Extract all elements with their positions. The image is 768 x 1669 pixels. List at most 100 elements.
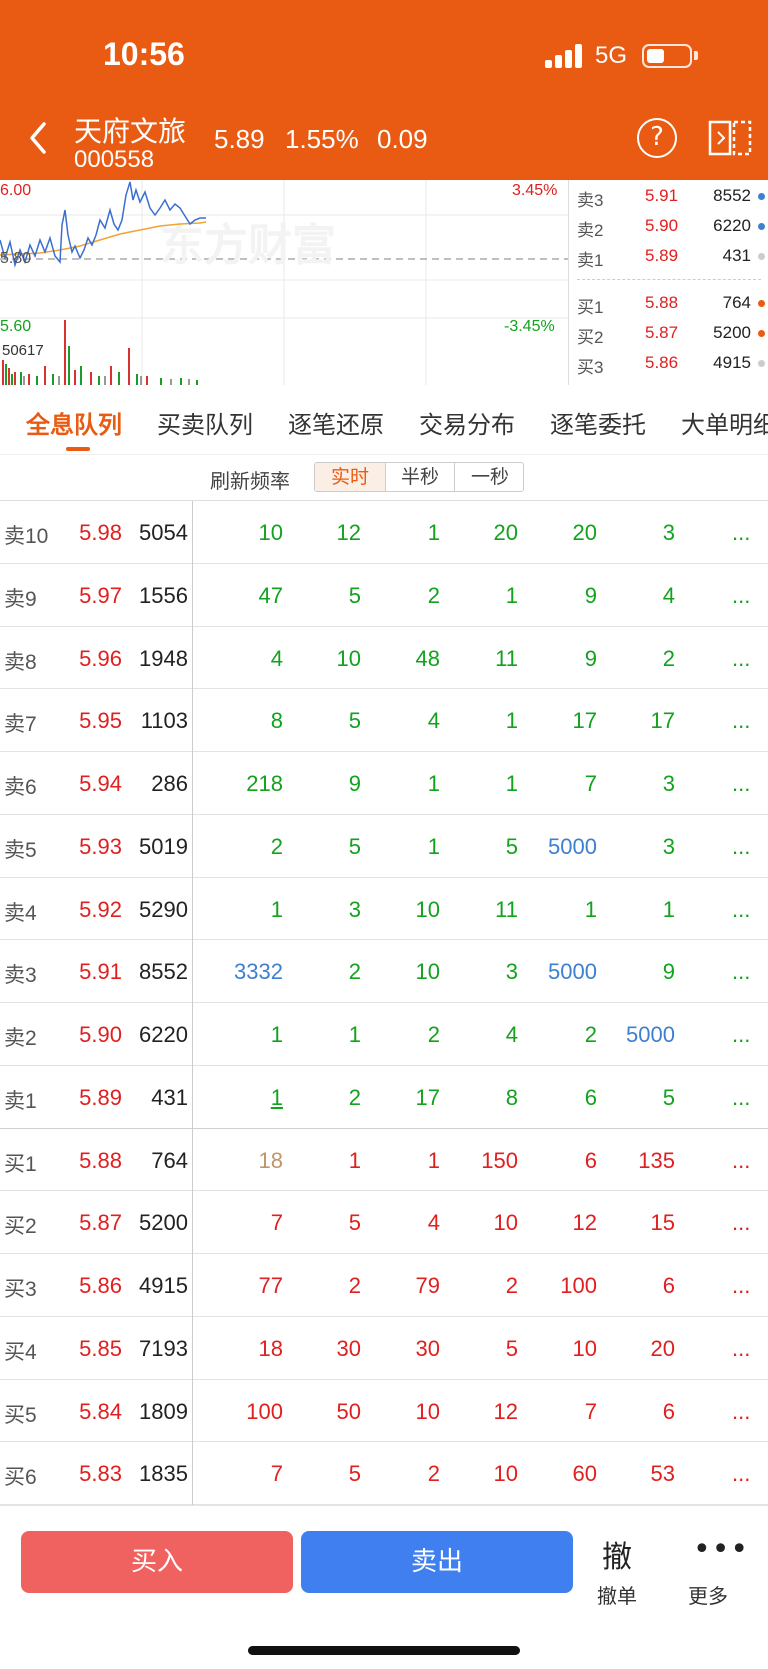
- queue-order-size: 10: [493, 1210, 518, 1236]
- queue-price: 5.90: [79, 1022, 122, 1047]
- app-header: 10:56 5G 天府文旅 000558 5.89 1.55% 0.09 ?: [0, 0, 768, 180]
- queue-row[interactable]: 卖10 5.98 5054 10 12 1 20 20 3...: [0, 501, 768, 564]
- queue-more-button[interactable]: ...: [732, 834, 750, 860]
- queue-order-size: 1: [270, 896, 283, 922]
- queue-more-button[interactable]: ...: [732, 520, 750, 546]
- queue-order-size: 2: [427, 1461, 440, 1487]
- tab-tick-orders[interactable]: 逐笔委托: [550, 405, 646, 440]
- queue-order-size: 5: [348, 708, 361, 734]
- queue-volume: 1948: [139, 645, 188, 671]
- queue-price: 5.88: [79, 1147, 122, 1173]
- queue-more-button[interactable]: ...: [732, 771, 750, 797]
- stock-price: 5.89: [214, 124, 265, 154]
- sell-button[interactable]: 卖出: [301, 1531, 573, 1593]
- queue-level-label: 买6: [4, 1466, 37, 1490]
- signal-icon: [545, 44, 585, 68]
- refresh-rate-label: 刷新频率: [210, 469, 290, 493]
- queue-row[interactable]: 卖6 5.94 286 218 9 1 1 7 3...: [0, 752, 768, 815]
- back-arrow-icon: [30, 122, 46, 154]
- queue-more-button[interactable]: ...: [732, 583, 750, 609]
- queue-price: 5.94: [79, 771, 122, 796]
- tab-bar: 全息队列 买卖队列 逐笔还原 交易分布 逐笔委托 大单明细: [0, 385, 768, 455]
- bid-label: 买2: [577, 328, 604, 347]
- queue-row[interactable]: 买2 5.87 5200 7 5 4 10 12 15...: [0, 1191, 768, 1254]
- queue-more-button[interactable]: ...: [732, 1399, 750, 1425]
- queue-volume: 4915: [139, 1273, 188, 1298]
- queue-more-button[interactable]: ...: [732, 1022, 750, 1048]
- refresh-half-second-button[interactable]: 半秒: [386, 463, 454, 491]
- queue-price: 5.85: [79, 1335, 122, 1361]
- queue-volume: 1835: [139, 1461, 188, 1487]
- tab-tick-restore[interactable]: 逐笔还原: [288, 405, 384, 440]
- queue-row[interactable]: 卖2 5.90 6220 1 1 2 4 2 5000...: [0, 1003, 768, 1066]
- queue-order-size: 4: [427, 1210, 440, 1236]
- queue-order-size: 10: [336, 645, 361, 671]
- switch-layout-button[interactable]: [708, 118, 752, 158]
- help-button[interactable]: ?: [637, 118, 677, 158]
- queue-order-size: 10: [415, 896, 440, 922]
- cancel-order-button[interactable]: 撤单: [597, 1580, 637, 1609]
- queue-order-size: 1: [427, 1147, 440, 1173]
- refresh-one-second-button[interactable]: 一秒: [455, 463, 523, 491]
- queue-row[interactable]: 买1 5.88 764 18 1 1 150 6 135...: [0, 1129, 768, 1192]
- more-button[interactable]: 更多: [688, 1580, 728, 1609]
- tab-bid-ask-queue[interactable]: 买卖队列: [157, 405, 253, 440]
- pct-high-label: 3.45%: [512, 182, 558, 199]
- queue-more-button[interactable]: ...: [732, 959, 750, 985]
- queue-order-size: 2: [584, 1022, 597, 1047]
- queue-level-label: 卖6: [4, 776, 37, 799]
- queue-order-size: 3: [662, 520, 675, 545]
- queue-more-button[interactable]: ...: [732, 897, 750, 923]
- queue-row[interactable]: 买6 5.83 1835 7 5 2 10 60 53...: [0, 1442, 768, 1505]
- cancel-order-icon[interactable]: 撤: [602, 1532, 632, 1576]
- more-icon[interactable]: •••: [693, 1532, 749, 1567]
- queue-order-size: 1: [348, 1022, 361, 1047]
- tab-trade-distribution[interactable]: 交易分布: [419, 405, 515, 440]
- bid-dot: [758, 330, 765, 337]
- queue-row[interactable]: 卖9 5.97 1556 47 5 2 1 9 4...: [0, 564, 768, 627]
- stock-code: 000558: [74, 146, 155, 173]
- queue-row[interactable]: 卖1 5.89 431 1 2 17 8 6 5...: [0, 1066, 768, 1129]
- chart-watermark: 东方财富: [160, 220, 336, 271]
- queue-more-button[interactable]: ...: [732, 1336, 750, 1362]
- queue-order-size: 3: [662, 771, 675, 796]
- queue-price: 5.89: [79, 1084, 122, 1110]
- queue-order-size: 1: [270, 1022, 283, 1047]
- queue-order-size: 100: [560, 1273, 597, 1298]
- refresh-realtime-button[interactable]: 实时: [315, 463, 385, 491]
- queue-more-button[interactable]: ...: [732, 708, 750, 734]
- queue-order-size: 4: [427, 708, 440, 734]
- queue-row[interactable]: 卖5 5.93 5019 2 5 1 5 5000 3...: [0, 815, 768, 878]
- queue-more-button[interactable]: ...: [732, 1085, 750, 1111]
- queue-row[interactable]: 卖4 5.92 5290 1 3 10 11 1 1...: [0, 878, 768, 941]
- queue-price: 5.96: [79, 645, 122, 671]
- queue-row[interactable]: 卖8 5.96 1948 4 10 48 11 9 2...: [0, 627, 768, 690]
- queue-row[interactable]: 买5 5.84 1809 100 50 10 12 7 6...: [0, 1380, 768, 1443]
- queue-row[interactable]: 买4 5.85 7193 18 30 30 5 10 20...: [0, 1317, 768, 1380]
- tab-full-queue[interactable]: 全息队列: [26, 405, 122, 440]
- queue-more-button[interactable]: ...: [732, 1210, 750, 1236]
- tab-large-orders[interactable]: 大单明细: [681, 405, 768, 440]
- queue-order-size: 2: [427, 582, 440, 608]
- queue-order-size: 10: [415, 1398, 440, 1424]
- bid-price: 5.87: [645, 323, 679, 342]
- queue-more-button[interactable]: ...: [732, 1148, 750, 1174]
- queue-order-size: 11: [495, 896, 518, 922]
- queue-row[interactable]: 卖3 5.91 8552 3332 2 10 3 5000 9...: [0, 940, 768, 1003]
- queue-more-button[interactable]: ...: [732, 1273, 750, 1299]
- queue-order-size: 2: [427, 1022, 440, 1047]
- ask-price: 5.91: [645, 186, 679, 205]
- queue-row[interactable]: 买3 5.86 4915 77 2 79 2 100 6...: [0, 1254, 768, 1317]
- queue-more-button[interactable]: ...: [732, 646, 750, 672]
- queue-more-button[interactable]: ...: [732, 1461, 750, 1487]
- buy-button[interactable]: 买入: [21, 1531, 293, 1593]
- price-chart-svg: 东方财富: [0, 180, 568, 385]
- queue-row[interactable]: 卖7 5.95 1103 8 5 4 1 17 17...: [0, 689, 768, 752]
- stock-change: 0.09: [377, 124, 428, 154]
- queue-level-label: 买5: [4, 1403, 37, 1427]
- back-button[interactable]: [24, 118, 54, 158]
- queue-order-size: 20: [572, 520, 597, 545]
- queue-order-size: 150: [481, 1147, 518, 1173]
- stock-change-pct: 1.55%: [285, 124, 359, 154]
- intraday-chart[interactable]: 东方财富 6.00 5.80 5.60 3.45% -3.45% 50617 卖…: [0, 180, 768, 385]
